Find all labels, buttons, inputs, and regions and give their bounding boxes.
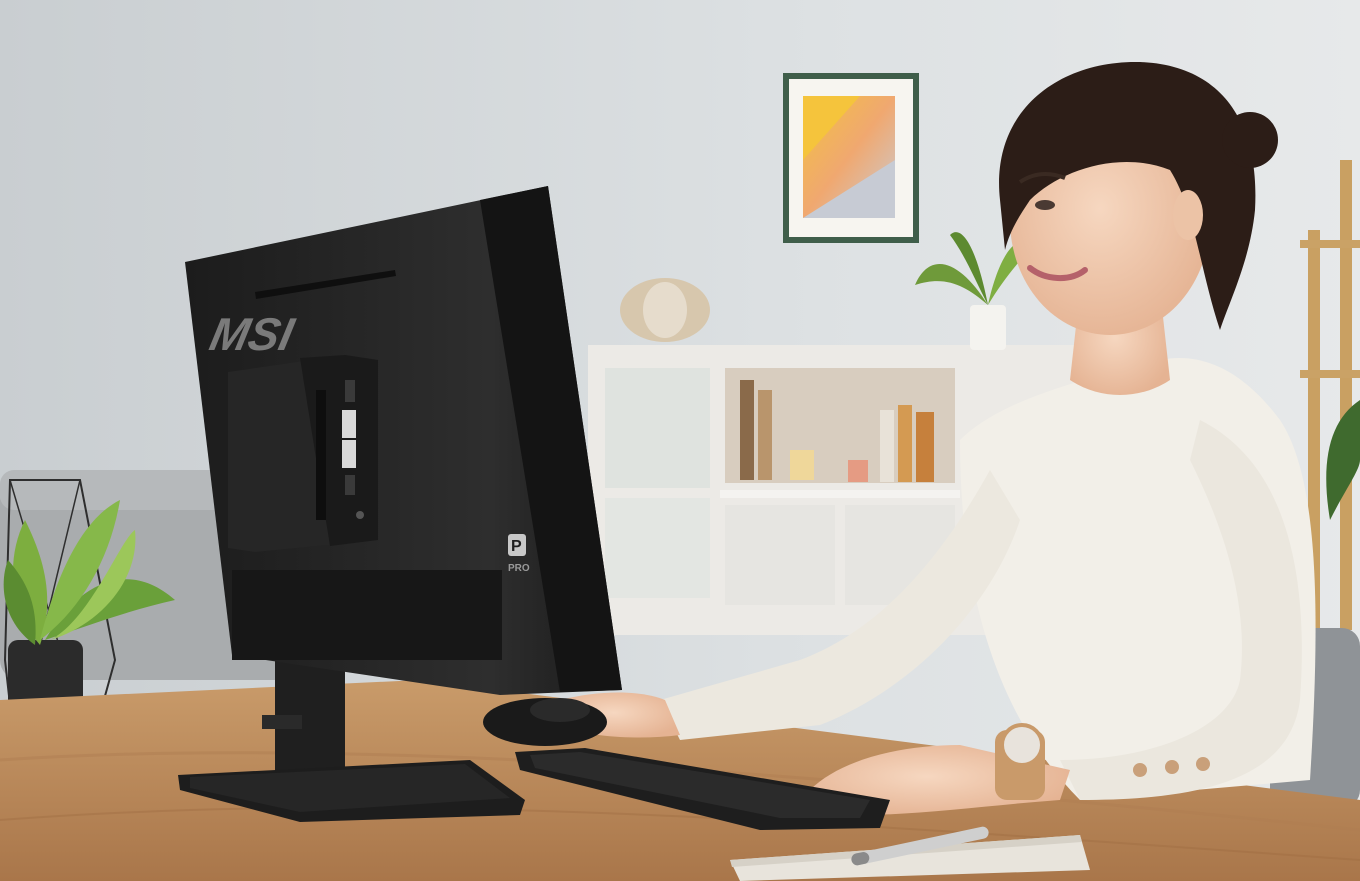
port-usb-white-2 xyxy=(342,440,356,468)
ear xyxy=(1173,190,1203,240)
monitor-logo: MSI xyxy=(206,308,300,359)
pro-badge-letter: P xyxy=(511,538,522,555)
vent xyxy=(316,390,326,520)
port-usb-white xyxy=(342,410,356,438)
photo-scene: MSI P PRO xyxy=(0,0,1360,881)
wall-art xyxy=(783,73,919,243)
monitor xyxy=(185,186,622,695)
scene-illustration: MSI P PRO xyxy=(0,0,1360,881)
eye xyxy=(1035,200,1055,210)
hair-bun xyxy=(1222,112,1278,168)
pro-badge-text: PRO xyxy=(508,563,530,574)
port-usb xyxy=(345,380,355,402)
